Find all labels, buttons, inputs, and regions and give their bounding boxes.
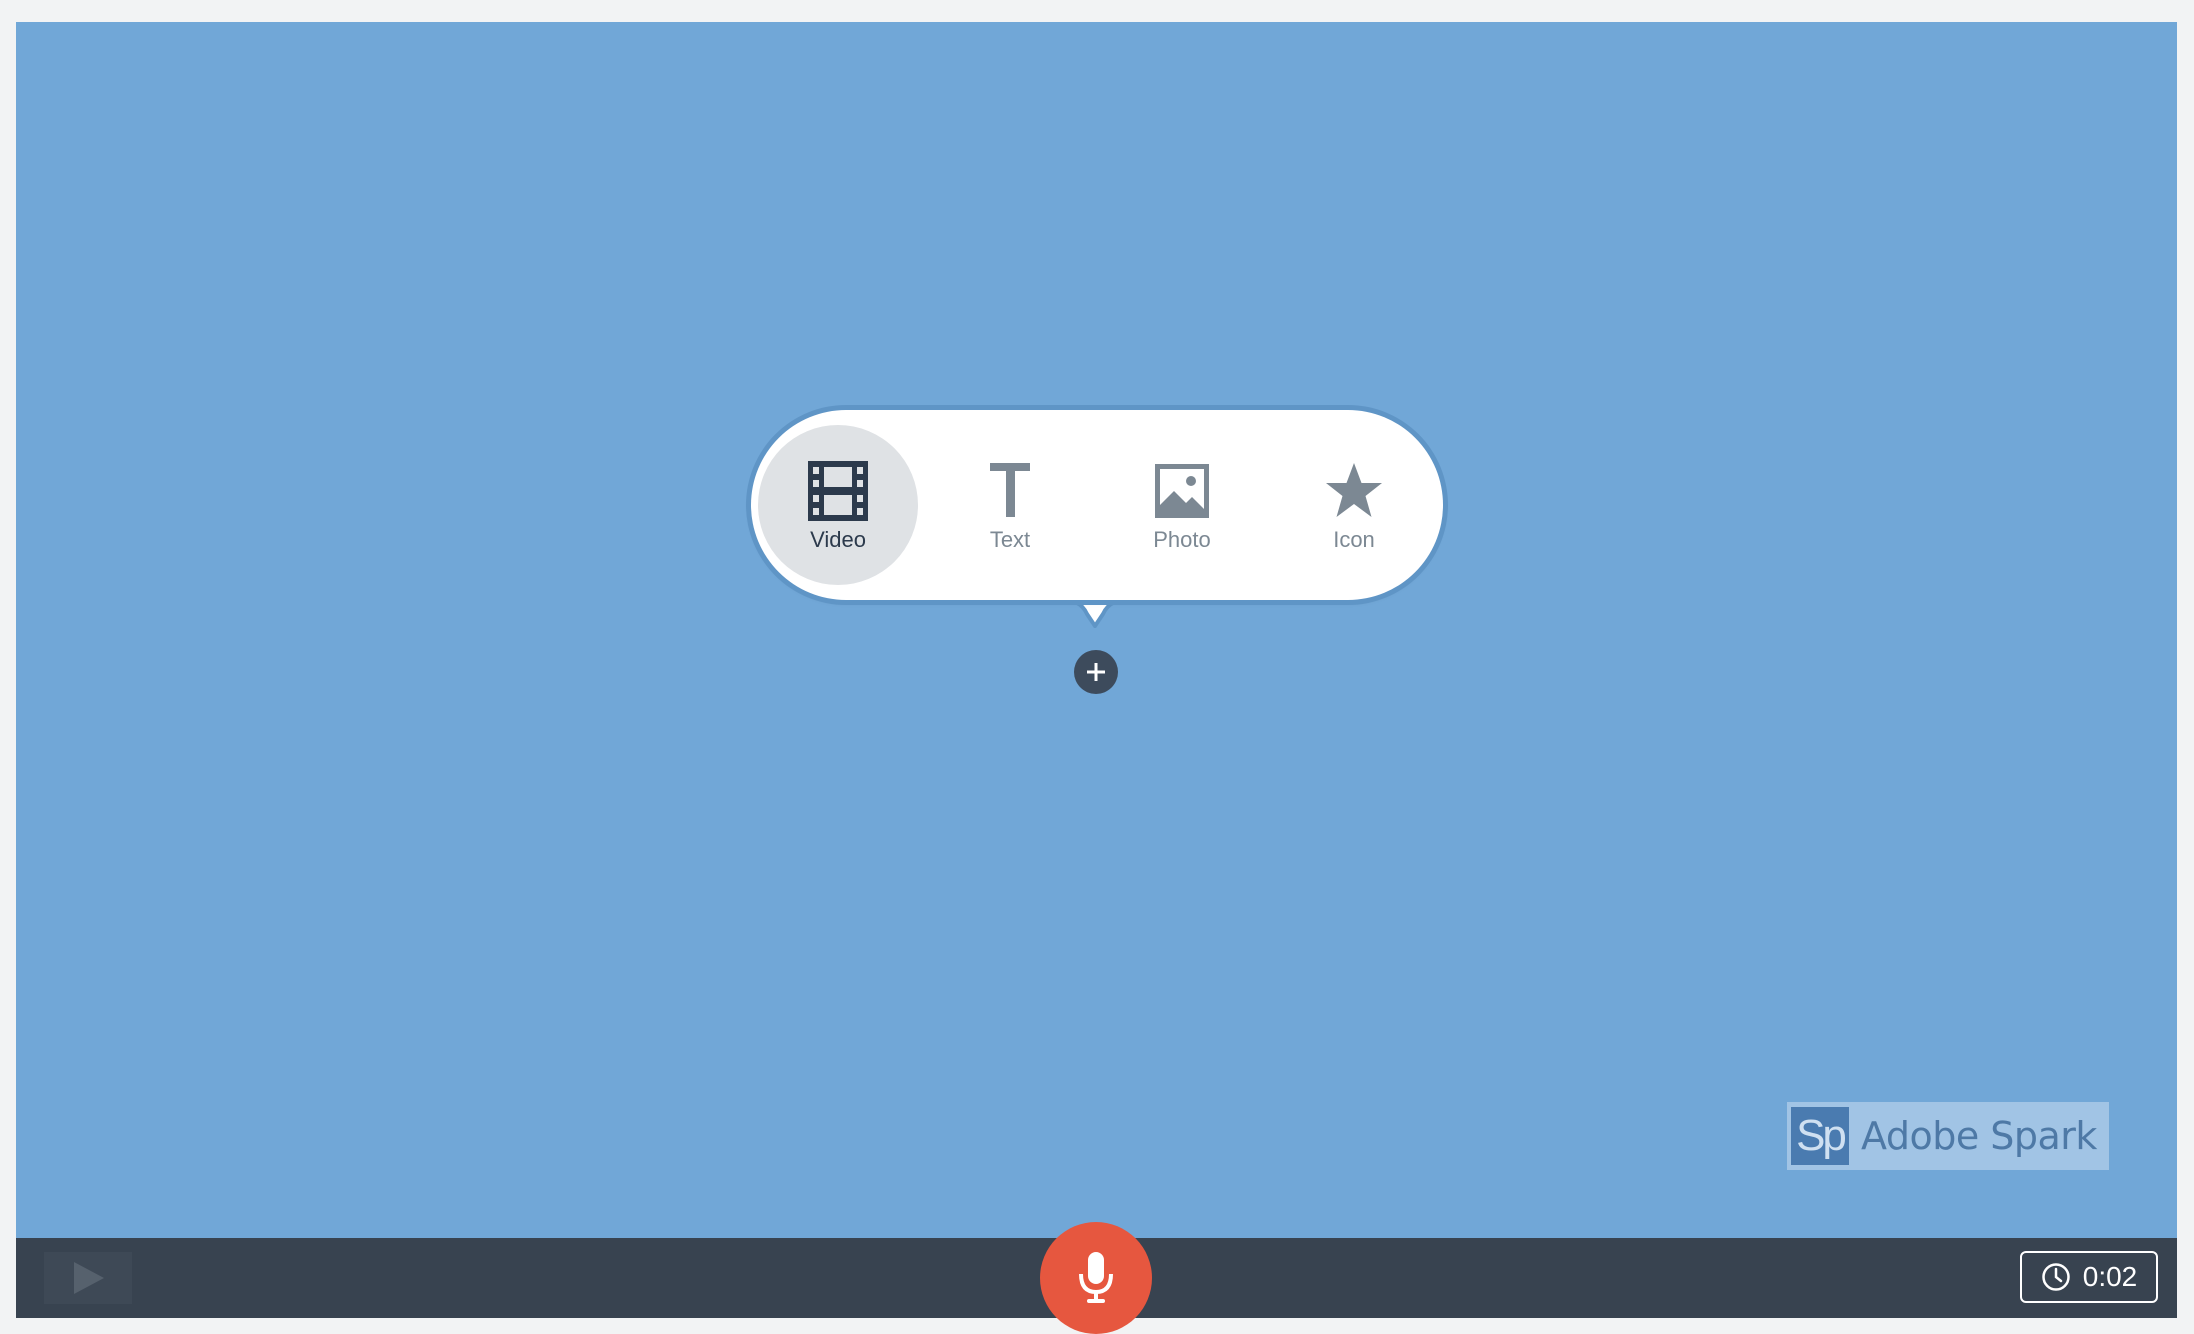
menu-item-label: Photo bbox=[1153, 527, 1211, 552]
menu-item-label: Icon bbox=[1333, 527, 1375, 552]
add-button[interactable] bbox=[1074, 650, 1118, 694]
text-icon bbox=[990, 463, 1030, 517]
app-window: Video Text Photo Icon Sp Adobe Spark 0:0… bbox=[0, 0, 2194, 1334]
plus-icon bbox=[1087, 663, 1105, 681]
play-icon bbox=[74, 1262, 104, 1294]
image-icon bbox=[1155, 464, 1209, 518]
microphone-icon bbox=[1079, 1252, 1113, 1303]
menu-item-icon[interactable]: Icon bbox=[1274, 425, 1434, 585]
menu-item-video[interactable]: Video bbox=[758, 425, 918, 585]
adobe-spark-watermark: Sp Adobe Spark bbox=[1787, 1102, 2109, 1170]
clock-icon bbox=[2042, 1263, 2070, 1291]
menu-item-label: Video bbox=[810, 527, 866, 552]
menu-item-photo[interactable]: Photo bbox=[1102, 425, 1262, 585]
add-content-menu: Video Text Photo Icon bbox=[751, 410, 1443, 600]
play-button[interactable] bbox=[44, 1252, 132, 1304]
watermark-text: Adobe Spark bbox=[1861, 1114, 2097, 1158]
menu-item-text[interactable]: Text bbox=[930, 425, 1090, 585]
spark-logo: Sp bbox=[1791, 1107, 1849, 1165]
slide-canvas[interactable] bbox=[16, 22, 2177, 1238]
star-icon bbox=[1326, 463, 1382, 517]
record-voice-button[interactable] bbox=[1040, 1222, 1152, 1334]
menu-item-label: Text bbox=[989, 527, 1031, 552]
film-icon bbox=[808, 461, 868, 521]
slide-duration-button[interactable]: 0:02 bbox=[2020, 1251, 2158, 1303]
duration-label: 0:02 bbox=[2082, 1261, 2138, 1292]
